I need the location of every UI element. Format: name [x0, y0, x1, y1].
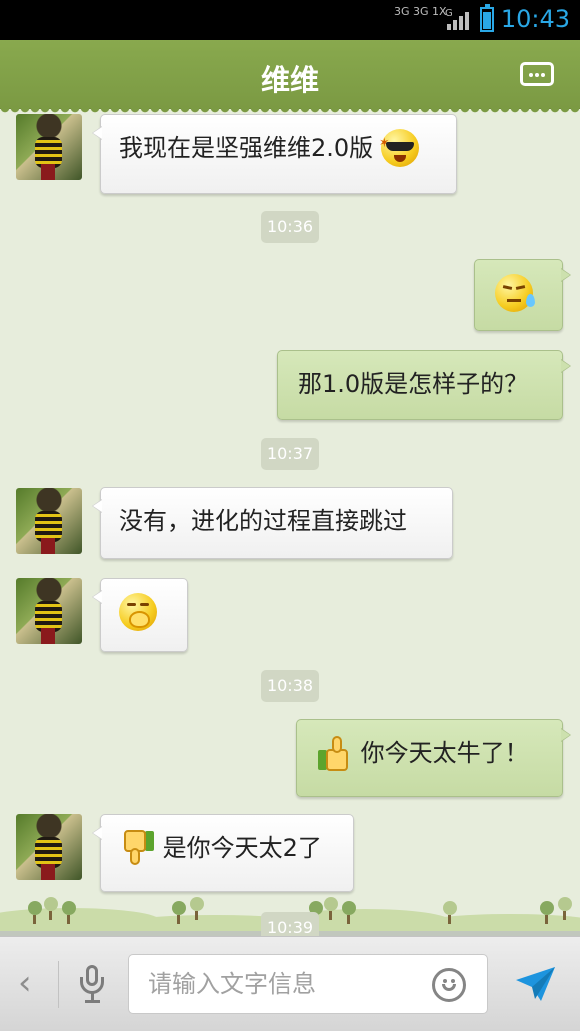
message-text: 你今天太牛了！ [360, 739, 529, 767]
chat-screen: 3G 3G 1X G 10:43 维维 我现在是坚强维维2.0版 ✶ 10:36 [0, 0, 580, 1031]
divider [58, 961, 59, 1008]
signal-icon [447, 12, 469, 30]
battery-icon [480, 4, 494, 32]
network-status-text: 3G 3G 1X [394, 5, 447, 18]
status-bar: 3G 3G 1X G 10:43 [0, 0, 580, 40]
more-options-button[interactable] [520, 62, 554, 86]
outgoing-message[interactable] [474, 259, 571, 331]
message-composer: ‹ [0, 936, 580, 1031]
incoming-message[interactable]: 没有，进化的过程直接跳过 [92, 487, 453, 559]
message-text: 我现在是坚强维维2.0版 [119, 134, 374, 162]
outgoing-message[interactable]: 你今天太牛了！ [296, 719, 571, 797]
contact-avatar[interactable] [16, 578, 82, 644]
message-text: 是你今天太2了 [162, 834, 322, 862]
message-text: 那1.0版是怎样子的？ [298, 370, 529, 398]
thumbs-up-emoji [317, 734, 353, 772]
status-time: 10:43 [500, 5, 570, 33]
outgoing-message[interactable]: 那1.0版是怎样子的？ [277, 350, 571, 420]
microphone-icon[interactable] [78, 961, 108, 1009]
contact-name: 维维 [260, 63, 319, 97]
message-timestamp: 10:36 [261, 211, 319, 243]
cool-sunglasses-emoji: ✶ [379, 129, 419, 167]
smiley-icon[interactable] [432, 968, 466, 1002]
message-text: 没有，进化的过程直接跳过 [119, 507, 407, 535]
incoming-message[interactable]: 是你今天太2了 [92, 814, 354, 892]
message-timestamp: 10:38 [261, 670, 319, 702]
battery-level [483, 12, 491, 29]
tired-sweat-emoji [495, 274, 535, 312]
paper-plane-icon[interactable] [514, 965, 556, 1003]
incoming-message[interactable]: 我现在是坚强维维2.0版 ✶ [92, 114, 457, 194]
shy-covering-mouth-emoji [119, 593, 157, 631]
contact-avatar[interactable] [16, 114, 82, 180]
contact-avatar[interactable] [16, 814, 82, 880]
chevron-left-icon[interactable]: ‹ [18, 963, 32, 1003]
incoming-message[interactable] [92, 578, 188, 652]
chat-header: 维维 [0, 40, 580, 114]
message-timestamp: 10:37 [261, 438, 319, 470]
contact-avatar[interactable] [16, 488, 82, 554]
thumbs-down-emoji [119, 829, 155, 867]
message-list[interactable]: 我现在是坚强维维2.0版 ✶ 10:36 那1.0版是怎样子的？ 10:37 没… [0, 108, 580, 936]
